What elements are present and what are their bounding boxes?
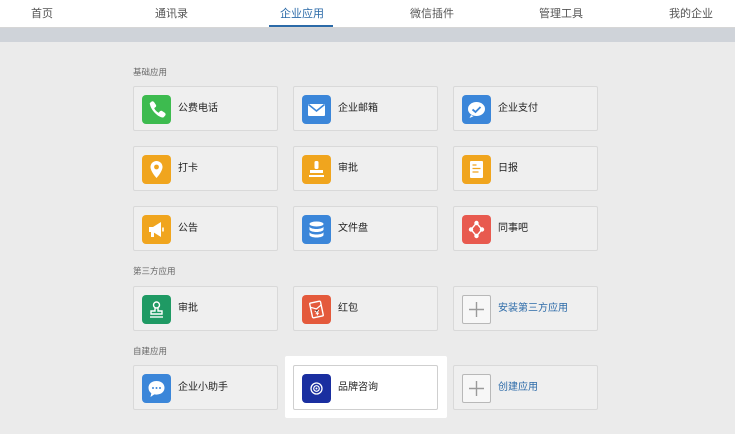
nav-wechat-plugins[interactable]: 微信插件: [410, 0, 454, 28]
app-card-disk[interactable]: 文件盘: [293, 206, 438, 251]
megaphone-icon: [142, 215, 171, 244]
app-card-notice[interactable]: 公告: [133, 206, 278, 251]
app-card-bar[interactable]: 同事吧: [453, 206, 598, 251]
app-label-email: 企业邮箱: [338, 103, 378, 114]
app-label-daily: 日报: [498, 163, 518, 174]
app-label-pay: 企业支付: [498, 103, 538, 114]
app-card-checkin[interactable]: 打卡: [133, 146, 278, 191]
share-network-icon: [462, 215, 491, 244]
app-card-redpack[interactable]: 红包: [293, 286, 438, 331]
envelope-icon: [302, 95, 331, 124]
app-card-email[interactable]: 企业邮箱: [293, 86, 438, 131]
active-tab-indicator: [269, 25, 333, 27]
app-label-disk: 文件盘: [338, 223, 368, 234]
nav-enterprise-apps[interactable]: 企业应用: [280, 0, 324, 28]
header-band: [0, 28, 735, 42]
report-icon: [462, 155, 491, 184]
red-envelope-icon: [302, 295, 331, 324]
app-card-approval-third[interactable]: 审批: [133, 286, 278, 331]
app-card-daily[interactable]: 日报: [453, 146, 598, 191]
app-label-notice: 公告: [178, 223, 198, 234]
nav-admin-tools[interactable]: 管理工具: [539, 0, 583, 28]
create-app-button[interactable]: 创建应用: [453, 365, 598, 410]
phone-icon: [142, 95, 171, 124]
pay-check-icon: [462, 95, 491, 124]
app-label-brand: 品牌咨询: [338, 382, 378, 393]
app-card-assistant[interactable]: 企业小助手: [133, 365, 278, 410]
chat-bubble-icon: [142, 374, 171, 403]
section-title-third-party: 第三方应用: [133, 267, 176, 277]
location-pin-icon: [142, 155, 171, 184]
section-title-custom: 自建应用: [133, 347, 168, 357]
app-card-pay[interactable]: 企业支付: [453, 86, 598, 131]
app-label-redpack: 红包: [338, 303, 358, 314]
app-label-assistant: 企业小助手: [178, 382, 228, 393]
app-label-checkin: 打卡: [178, 163, 198, 174]
app-label-phone: 公费电话: [178, 103, 218, 114]
app-label-approval: 审批: [338, 163, 358, 174]
plus-icon: [462, 295, 491, 324]
target-icon: [302, 374, 331, 403]
app-card-phone[interactable]: 公费电话: [133, 86, 278, 131]
app-card-approval[interactable]: 审批: [293, 146, 438, 191]
app-label-bar: 同事吧: [498, 223, 528, 234]
nav-contacts[interactable]: 通讯录: [155, 0, 188, 28]
stamp-icon: [142, 295, 171, 324]
app-label-approval-third: 审批: [178, 303, 198, 314]
stamp-icon: [302, 155, 331, 184]
plus-icon: [462, 374, 491, 403]
app-label-install-third-party: 安装第三方应用: [498, 303, 568, 314]
nav-home[interactable]: 首页: [31, 0, 53, 28]
top-navigation: 首页 通讯录 企业应用 微信插件 管理工具 我的企业: [0, 0, 735, 28]
database-icon: [302, 215, 331, 244]
app-label-create: 创建应用: [498, 382, 538, 393]
app-card-brand[interactable]: 品牌咨询: [293, 365, 438, 410]
nav-my-enterprise[interactable]: 我的企业: [669, 0, 713, 28]
section-title-basic: 基础应用: [133, 68, 168, 78]
install-third-party-button[interactable]: 安装第三方应用: [453, 286, 598, 331]
